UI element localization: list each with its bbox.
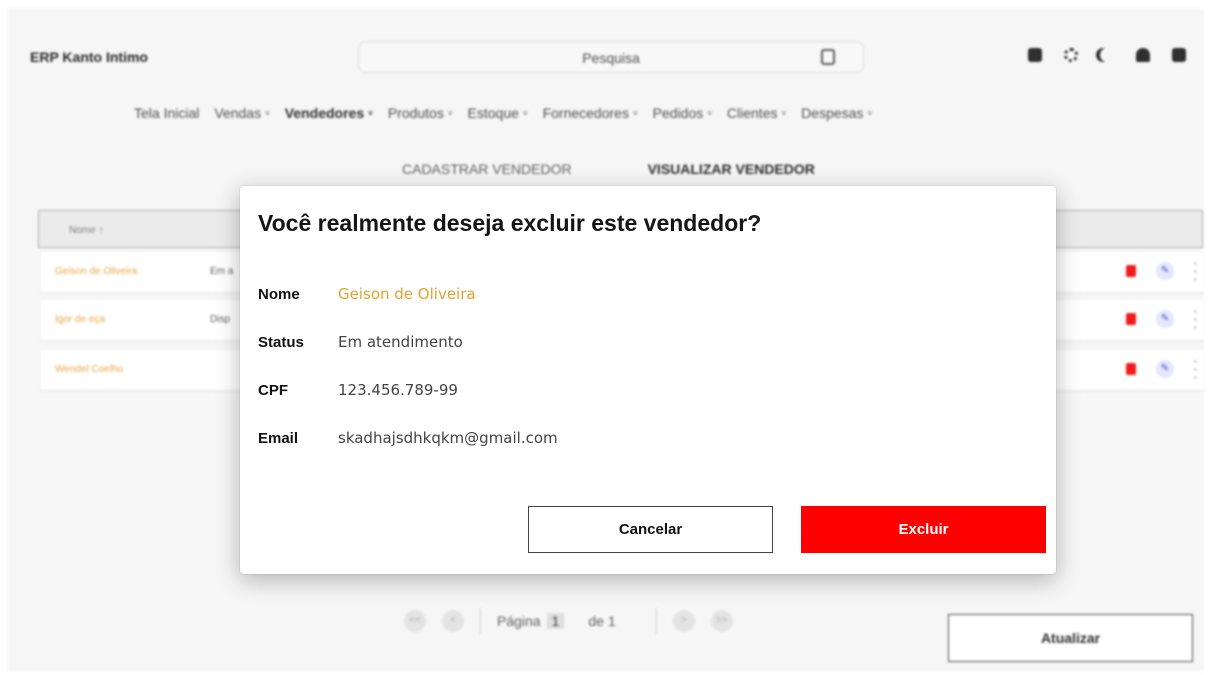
- status-value: Em atendimento: [338, 333, 463, 351]
- email-field: Email skadhajsdhkqkm@gmail.com: [258, 429, 558, 447]
- cancel-button[interactable]: Cancelar: [528, 506, 773, 553]
- status-label: Status: [258, 333, 304, 351]
- delete-confirm-dialog: Você realmente deseja excluir este vende…: [240, 186, 1056, 574]
- name-label: Nome: [258, 285, 300, 303]
- email-value: skadhajsdhkqkm@gmail.com: [338, 429, 558, 447]
- cpf-value: 123.456.789-99: [338, 381, 458, 399]
- delete-button[interactable]: Excluir: [801, 506, 1046, 553]
- dialog-title: Você realmente deseja excluir este vende…: [258, 210, 762, 236]
- status-field: Status Em atendimento: [258, 333, 463, 351]
- email-label: Email: [258, 429, 299, 447]
- cpf-field: CPF 123.456.789-99: [258, 381, 458, 399]
- name-field: Nome Geison de Oliveira: [258, 285, 476, 303]
- name-value: Geison de Oliveira: [338, 285, 476, 303]
- cpf-label: CPF: [258, 381, 288, 399]
